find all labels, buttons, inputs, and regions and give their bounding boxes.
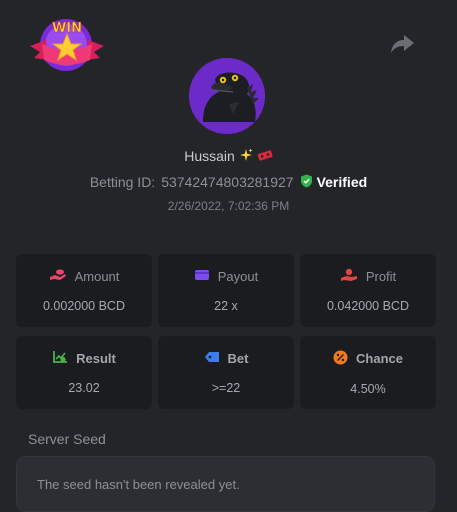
server-seed-label: Server Seed <box>28 431 106 447</box>
wallet-icon <box>194 268 210 285</box>
result-header: Result <box>52 350 116 367</box>
bet-label: Bet <box>227 351 249 366</box>
username-row: Hussain <box>0 146 457 166</box>
server-seed-field[interactable]: The seed hasn't been revealed yet. <box>16 456 435 512</box>
betting-id-row: Betting ID: 53742474803281927 Verified <box>0 172 457 192</box>
result-value: 23.02 <box>68 381 100 395</box>
profit-hand-icon <box>340 268 358 285</box>
share-icon <box>391 35 414 53</box>
win-badge-text: WIN <box>52 21 82 36</box>
chance-value: 4.50% <box>350 381 386 396</box>
profit-header: Profit <box>340 268 396 285</box>
betting-id-label: Betting ID: <box>89 174 156 190</box>
payout-label: Payout <box>217 269 259 284</box>
chance-card: Chance 4.50% <box>300 336 436 409</box>
bet-stats-grid: Amount 0.002000 BCD Payout 22 x Profit 0… <box>16 254 436 409</box>
result-label: Result <box>76 351 116 366</box>
payout-header: Payout <box>194 268 258 285</box>
amount-card: Amount 0.002000 BCD <box>16 254 152 327</box>
bet-card: Bet >=22 <box>158 336 294 409</box>
server-seed-text: The seed hasn't been revealed yet. <box>37 476 240 492</box>
avatar <box>189 58 265 134</box>
percent-icon <box>333 350 348 368</box>
chance-label: Chance <box>356 351 403 366</box>
result-card: Result 23.02 <box>16 336 152 409</box>
chart-check-icon <box>52 350 68 367</box>
bet-header: Bet <box>204 350 249 367</box>
coins-hand-icon <box>49 268 67 285</box>
ticket-icon <box>257 148 273 165</box>
bet-timestamp: 2/26/2022, 7:02:36 PM <box>167 199 290 213</box>
win-badge: WIN <box>28 14 106 72</box>
username: Hussain <box>184 148 235 164</box>
sparkles-icon <box>239 148 253 165</box>
betting-id-value: 53742474803281927 <box>161 174 294 190</box>
verified-badge: Verified <box>300 174 368 191</box>
share-button[interactable] <box>390 33 416 55</box>
bet-value: >=22 <box>211 381 241 395</box>
verified-label: Verified <box>316 174 368 190</box>
win-badge-icon: WIN <box>30 19 104 71</box>
tag-icon <box>204 350 220 367</box>
chance-header: Chance <box>333 350 403 368</box>
payout-value: 22 x <box>214 299 238 313</box>
payout-card: Payout 22 x <box>158 254 294 327</box>
profit-value: 0.042000 BCD <box>326 299 409 313</box>
amount-label: Amount <box>74 269 120 284</box>
amount-header: Amount <box>49 268 120 285</box>
profit-card: Profit 0.042000 BCD <box>300 254 436 327</box>
profit-label: Profit <box>365 269 397 284</box>
amount-value: 0.002000 BCD <box>42 299 125 313</box>
shield-check-icon <box>300 174 313 191</box>
